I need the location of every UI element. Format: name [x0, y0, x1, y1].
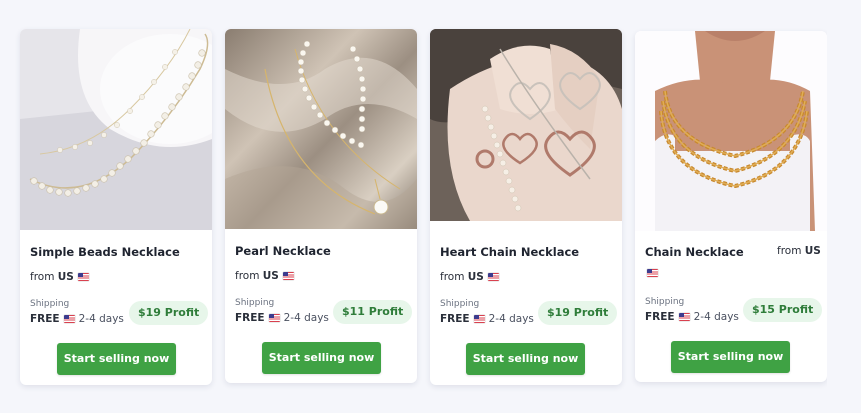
country-code: US [804, 245, 821, 257]
shipping-free: FREE [235, 312, 265, 324]
shipping-info: FREE 2-4 days [235, 312, 329, 324]
us-flag-icon [473, 315, 485, 323]
us-flag-icon [282, 272, 294, 280]
us-flag-icon [487, 273, 499, 281]
shipping-days: 2-4 days [283, 312, 329, 324]
country-code: US [57, 271, 74, 283]
start-selling-button[interactable]: Start selling now [57, 343, 176, 375]
product-title: Chain Necklace [645, 245, 744, 259]
product-card-pearl-necklace[interactable]: Pearl Necklace from US Shipping FREE 2-4 … [225, 29, 417, 383]
profit-badge: $19 Profit [129, 301, 209, 325]
product-image[interactable] [20, 29, 212, 230]
origin-flag [645, 267, 658, 279]
from-text: from [30, 271, 55, 283]
product-image[interactable] [635, 31, 827, 231]
us-flag-icon [268, 314, 280, 322]
us-flag-icon [647, 269, 658, 277]
product-title: Heart Chain Necklace [440, 245, 580, 259]
profit-badge: $15 Profit [743, 298, 823, 322]
shipping-days: 2-4 days [78, 313, 124, 325]
start-selling-button[interactable]: Start selling now [466, 343, 585, 375]
shipping-info: FREE 2-4 days [440, 313, 534, 325]
origin-label: from US [30, 271, 89, 283]
product-image[interactable] [225, 29, 417, 229]
pearl-bead-necklace-photo [20, 29, 212, 230]
shipping-label: Shipping [30, 299, 70, 309]
pearl-pendant-necklace-photo [225, 29, 417, 229]
us-flag-icon [678, 313, 690, 321]
us-flag-icon [63, 315, 75, 323]
shipping-label: Shipping [645, 297, 685, 307]
shipping-free: FREE [440, 313, 470, 325]
from-text: from [777, 245, 802, 257]
product-card-chain-necklace[interactable]: Chain Necklace from US Shipping FREE 2-4 … [635, 31, 827, 382]
profit-badge: $11 Profit [333, 300, 413, 324]
product-card-simple-beads-necklace[interactable]: Simple Beads Necklace from US Shipping F… [20, 29, 212, 385]
shipping-label: Shipping [235, 298, 275, 308]
country-code: US [467, 271, 484, 283]
product-card-heart-chain-necklace[interactable]: Heart Chain Necklace from US Shipping FR… [430, 29, 622, 385]
start-selling-button[interactable]: Start selling now [262, 342, 381, 374]
shipping-info: FREE 2-4 days [645, 311, 739, 323]
profit-badge: $19 Profit [538, 301, 618, 325]
product-title: Simple Beads Necklace [30, 245, 180, 259]
product-image[interactable] [430, 29, 622, 221]
shipping-label: Shipping [440, 299, 480, 309]
country-code: US [262, 270, 279, 282]
start-selling-button[interactable]: Start selling now [671, 341, 790, 373]
us-flag-icon [77, 273, 89, 281]
shipping-days: 2-4 days [693, 311, 739, 323]
heart-chain-necklace-photo [430, 29, 622, 221]
shipping-free: FREE [645, 311, 675, 323]
from-text: from [440, 271, 465, 283]
origin-label: from US [440, 271, 499, 283]
shipping-info: FREE 2-4 days [30, 313, 124, 325]
origin-label: from US [235, 270, 294, 282]
from-text: from [235, 270, 260, 282]
origin-label: from US [777, 245, 821, 257]
shipping-days: 2-4 days [488, 313, 534, 325]
carousel-viewport-edge [827, 0, 861, 413]
gold-chain-necklace-photo [635, 31, 827, 231]
product-title: Pearl Necklace [235, 244, 331, 258]
shipping-free: FREE [30, 313, 60, 325]
